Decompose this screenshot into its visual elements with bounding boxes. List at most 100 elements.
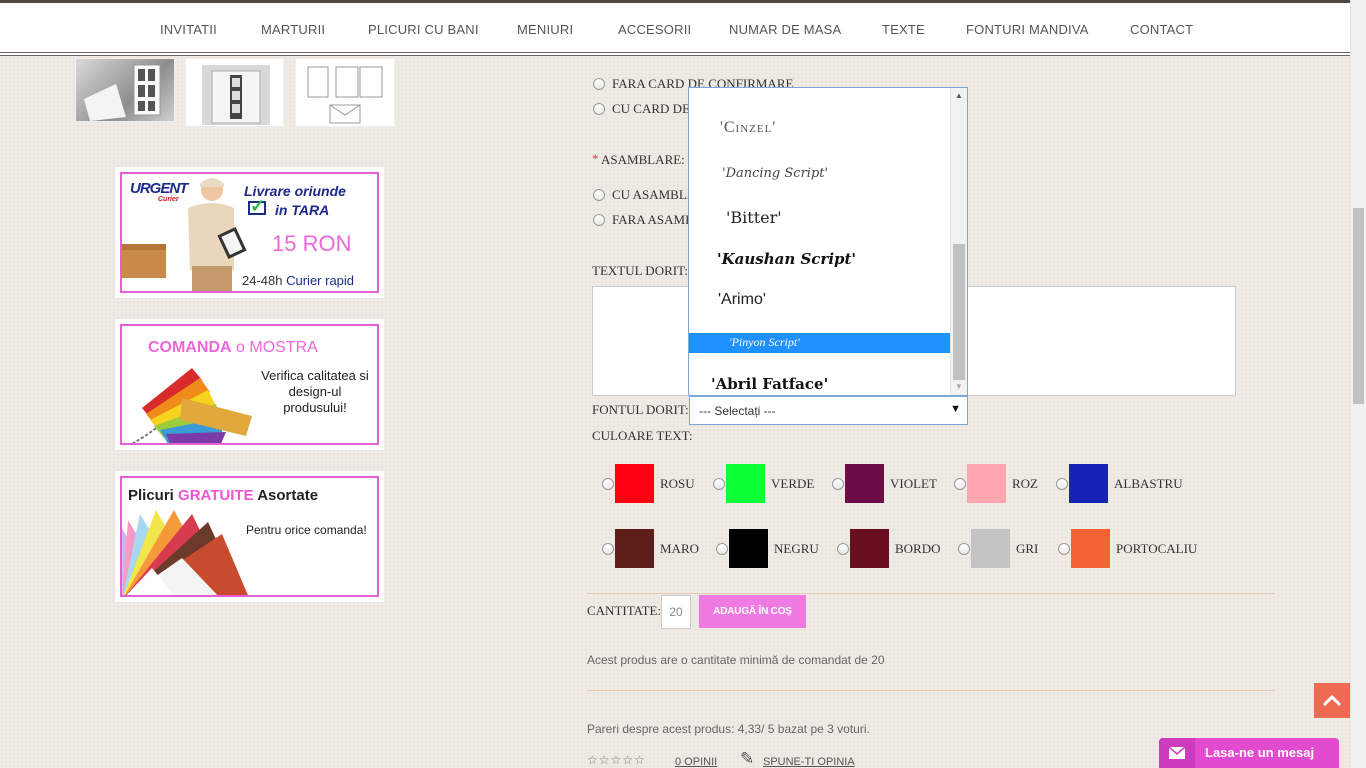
color-label-violet: VIOLET: [890, 476, 937, 491]
color-label-maro: MARO: [660, 541, 700, 556]
radio-color-maro[interactable]: [602, 543, 614, 555]
radio-color-albastru[interactable]: [1056, 478, 1068, 490]
color-swatch-negru: [729, 529, 768, 568]
page-scrollbar-thumb[interactable]: [1353, 208, 1364, 404]
banner-delivery-line2: in TARA: [275, 202, 330, 218]
color-label-gri: GRI: [1016, 541, 1039, 556]
banner-delivery-footer: 24-48h Curier rapid: [242, 273, 355, 288]
color-swatch-verde: [726, 464, 765, 503]
quantity-label: CANTITATE:: [587, 603, 662, 618]
text-label: TEXTUL DORIT:: [592, 263, 688, 278]
label-fara-asamblare: FARA ASAMB: [612, 212, 694, 227]
font-dropdown-list[interactable]: 'Cinzel' 'Dancing Script' 'Bitter' 'Kaus…: [688, 87, 968, 396]
nav-item-contact[interactable]: CONTACT: [1130, 22, 1193, 37]
add-to-cart-button[interactable]: ADAUGĂ ÎN COȘ: [699, 595, 806, 628]
font-option-arimo[interactable]: 'Arimo': [689, 291, 951, 311]
radio-color-bordo[interactable]: [837, 543, 849, 555]
label-cu-card: CU CARD DE: [612, 101, 691, 116]
envelopes-fan-illustration: [122, 510, 248, 595]
font-option-pinyon-script[interactable]: 'Pinyon Script': [689, 333, 951, 353]
scroll-down-arrow-icon[interactable]: ▼: [951, 380, 967, 394]
envelope-icon: [1169, 747, 1185, 759]
nav-item-texte[interactable]: TEXTE: [882, 22, 925, 37]
color-samples-illustration: [131, 368, 252, 443]
quantity-input[interactable]: 20: [661, 595, 691, 629]
product-thumbnail-3[interactable]: [295, 58, 395, 127]
assembly-label: ASAMBLARE:: [601, 152, 685, 167]
invitation-layout-diagram: [307, 66, 383, 124]
nav-item-plicuri-cu-bani[interactable]: PLICURI CU BANI: [368, 22, 479, 37]
font-option-dancing-script[interactable]: 'Dancing Script': [689, 165, 951, 185]
product-thumbnail-2[interactable]: [185, 58, 284, 127]
color-swatch-rosu: [615, 464, 654, 503]
write-review-link[interactable]: SPUNE-TI OPINIA: [763, 756, 855, 768]
opinions-link[interactable]: 0 OPINII: [675, 756, 717, 768]
radio-cu-asamblare[interactable]: [593, 189, 605, 201]
caret-down-icon: ▼: [950, 403, 961, 415]
color-swatch-gri: [971, 529, 1010, 568]
color-label-negru: NEGRU: [774, 541, 819, 556]
invitation-photo-1: [84, 64, 161, 121]
sample-banner[interactable]: COMANDA o MOSTRA Verifica calitatea si d…: [115, 319, 384, 450]
radio-color-roz[interactable]: [954, 478, 966, 490]
divider-top: [587, 593, 1275, 594]
nav-item-invitatii[interactable]: INVITATII: [160, 22, 217, 37]
required-asterisk: *: [592, 151, 599, 166]
page-scrollbar[interactable]: [1350, 0, 1366, 768]
banner-sample-text: Verifica calitatea si design-ul produsul…: [261, 368, 369, 415]
font-option-cinzel[interactable]: 'Cinzel': [689, 119, 951, 139]
font-option-abril-fatface[interactable]: 'Abril Fatface': [689, 375, 951, 395]
chat-widget-button[interactable]: Lasa-ne un mesaj: [1159, 738, 1339, 768]
color-swatch-albastru: [1069, 464, 1108, 503]
courier-person-illustration: [122, 178, 247, 291]
delivery-banner[interactable]: URGENT Curier Livrare oriunde ✓ in TARA …: [115, 167, 384, 298]
color-label-verde: VERDE: [771, 476, 815, 491]
label-cu-asamblare: CU ASAMBLA: [612, 187, 697, 202]
dropdown-scrollbar-thumb[interactable]: [953, 244, 965, 380]
radio-color-violet[interactable]: [832, 478, 844, 490]
radio-cu-card[interactable]: [593, 103, 605, 115]
font-option-kaushan-script[interactable]: 'Kaushan Script': [689, 250, 951, 270]
nav-item-numar-de-masa[interactable]: NUMAR DE MASA: [729, 22, 841, 37]
back-to-top-button[interactable]: [1314, 683, 1350, 718]
nav-item-marturii[interactable]: MARTURII: [261, 22, 325, 37]
color-label-albastru: ALBASTRU: [1114, 476, 1183, 491]
radio-color-rosu[interactable]: [602, 478, 614, 490]
banner-envelopes-title: Plicuri GRATUITE Asortate: [128, 487, 319, 504]
dropdown-scrollbar[interactable]: ▲ ▼: [950, 88, 967, 395]
radio-color-negru[interactable]: [716, 543, 728, 555]
pencil-icon: ✎: [740, 749, 755, 768]
color-label-portocaliu: PORTOCALIU: [1116, 541, 1198, 556]
reviews-summary: Pareri despre acest produs: 4,33/ 5 baza…: [587, 722, 870, 736]
chat-label: Lasa-ne un mesaj: [1205, 745, 1315, 760]
nav-item-fonturi-mandiva[interactable]: FONTURI MANDIVA: [966, 22, 1089, 37]
font-option-bitter[interactable]: 'Bitter': [689, 208, 951, 228]
divider-bottom: [587, 690, 1275, 691]
nav-item-accesorii[interactable]: ACCESORII: [618, 22, 691, 37]
radio-fara-asamblare[interactable]: [593, 214, 605, 226]
radio-fara-card-confirmare[interactable]: [593, 78, 605, 90]
envelopes-banner[interactable]: Plicuri GRATUITE Asortate Pentru orice c…: [115, 471, 384, 602]
top-navigation: INVITATII MARTURII PLICURI CU BANI MENIU…: [0, 0, 1350, 56]
radio-color-gri[interactable]: [958, 543, 970, 555]
color-swatch-portocaliu: [1071, 529, 1110, 568]
color-label-bordo: BORDO: [895, 541, 941, 556]
color-swatch-maro: [615, 529, 654, 568]
rating-stars[interactable]: ☆☆☆☆☆: [587, 753, 646, 767]
radio-color-portocaliu[interactable]: [1058, 543, 1070, 555]
color-label-roz: ROZ: [1012, 476, 1038, 491]
min-quantity-note: Acest produs are o cantitate minimă de c…: [587, 653, 885, 667]
checkmark-icon: ✓: [250, 196, 266, 216]
color-label-rosu: ROSU: [660, 476, 695, 491]
radio-color-verde[interactable]: [713, 478, 725, 490]
color-swatch-roz: [967, 464, 1006, 503]
nav-item-meniuri[interactable]: MENIURI: [517, 22, 573, 37]
font-select[interactable]: --- Selectați --- ▼: [689, 396, 968, 425]
invitation-photo-2: [202, 65, 270, 125]
color-swatch-bordo: [850, 529, 889, 568]
scroll-up-arrow-icon[interactable]: ▲: [951, 89, 967, 103]
product-thumbnail-1[interactable]: [75, 58, 175, 122]
banner-delivery-price: 15 RON: [272, 231, 352, 256]
banner-envelopes-text: Pentru orice comanda!: [246, 523, 367, 537]
banner-sample-title: COMANDA o MOSTRA: [148, 339, 318, 356]
